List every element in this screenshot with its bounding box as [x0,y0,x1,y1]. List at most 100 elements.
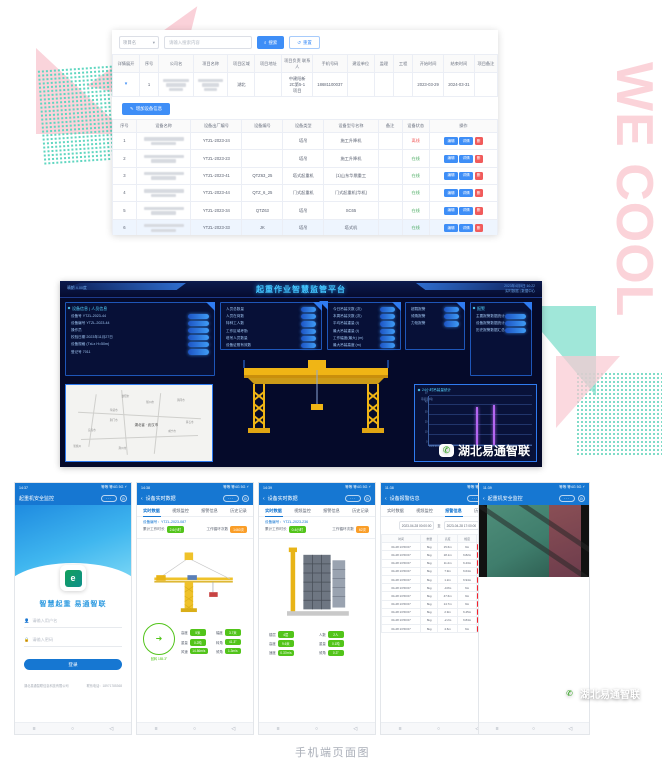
nav-back-icon[interactable]: ◁ [109,726,113,732]
row-builder [346,72,375,98]
more-icon[interactable]: ··· [558,494,575,503]
tab-realtime[interactable]: 实时数据 [137,508,166,514]
alarm-height: 2.9m [437,607,458,617]
value-amount: 3.7米 [224,629,241,637]
date-to[interactable]: 2023-04-28 17:00:00 [443,521,480,530]
detail-button[interactable]: 详情 [459,223,473,232]
target-icon[interactable]: ⊙ [363,494,371,503]
metric-label: 人员在岗数 [226,314,244,319]
metric-row: 历史报警数据汇总 [471,327,531,334]
username-field[interactable]: 👤 请输入用户名 [24,618,122,628]
nav-back-icon[interactable]: ◁ [353,726,357,732]
detail-button[interactable]: 详情 [459,137,473,146]
alarm-weight: 6kg [420,591,439,601]
nav-recent-icon[interactable]: ≡ [496,726,499,732]
nav-back-icon[interactable]: ◁ [231,726,235,732]
back-icon[interactable]: ‹ [385,496,387,502]
tab-video[interactable]: 视频监控 [410,508,439,514]
value-cell: 风速 14.86m/s [181,648,212,655]
detail-button[interactable]: 详情 [459,171,473,180]
map-panel[interactable]: 湖北省 · 武汉市 襄阳市 随州市 孝感市 黄冈市 荆门市 宜昌市 恩施州 咸宁… [65,384,213,462]
table-row[interactable]: 5 YTZL-2023-34 QTZ63 塔吊 SC65 在线 编辑 详情删 [112,201,498,220]
value-cell: 楼层 4层 [269,630,315,638]
project-filter-select[interactable]: 项目名 ▾ [119,36,159,49]
dev-remark [377,201,403,220]
target-icon[interactable]: ⊙ [119,494,127,503]
table-row[interactable]: ▾ 1 湖北 中建阳新 2C第5-1 项目 18681100037 2023-0… [112,72,498,98]
lock-icon: 🔒 [24,637,30,642]
add-device-label: 增加设备信息 [135,106,163,112]
delete-button[interactable]: 删 [474,189,483,198]
tab-video[interactable]: 视频监控 [288,508,317,514]
edit-button[interactable]: 编辑 [444,171,458,180]
table-row[interactable]: 4 YTZL-2023-44 QTZ_6_25 门式起重机 门式起重机(华机) 在线 编辑详… [112,184,498,203]
edit-button[interactable]: 编辑 [444,223,458,232]
delete-button[interactable]: 删 [474,171,483,180]
back-icon[interactable]: ‹ [141,496,143,502]
alarm-radius: 6.84m [456,615,478,626]
nav-home-icon[interactable]: ○ [193,726,196,732]
target-icon[interactable]: ⊙ [241,494,249,503]
more-icon[interactable]: ··· [344,494,361,503]
delete-button[interactable]: 删 [474,206,483,215]
nav-bar: ‹ 起重机安全监控 ··· ⊙ [479,492,589,505]
nav-back-icon[interactable]: ◁ [568,726,572,732]
dev-no [241,132,284,151]
nav-home-icon[interactable]: ○ [532,726,535,732]
metric-label: 工作幅度(最大) (m) [333,335,364,340]
delete-button[interactable]: 删 [474,154,483,163]
nav-recent-icon[interactable]: ≡ [277,726,280,732]
search-button[interactable]: ⌕ 搜索 [257,36,285,49]
detail-button[interactable]: 详情 [459,206,473,215]
dashboard-links[interactable]: 实时数据 | 数据中心 [504,289,535,294]
camera-feed[interactable] [479,505,589,577]
tab-realtime[interactable]: 实时数据 [259,508,288,514]
back-icon[interactable]: ‹ [483,496,485,502]
edit-button[interactable]: 编辑 [444,206,458,215]
dev-model: (1)山东华鼎重工 [323,166,379,186]
reset-button[interactable]: ↺ 重置 [289,36,320,49]
table-row[interactable]: 6 YTZL-2023-33 JK 塔吊 塔式机 在线 编辑 详情删 [112,218,498,235]
target-icon[interactable]: ⊙ [577,494,585,503]
table-row[interactable]: 1 YTZL-2023-24 塔吊 施工升降机 离线 编辑 详情删 [112,132,498,151]
add-device-button[interactable]: ✎ 增加设备信息 [122,103,171,116]
edit-button[interactable]: 编辑 [444,189,458,198]
password-field[interactable]: 🔒 请输入密码 [24,637,122,647]
tab-realtime[interactable]: 实时数据 [381,508,410,514]
tab-alarms[interactable]: 报警信息 [195,508,224,514]
edit-button[interactable]: 编辑 [444,154,458,163]
login-button[interactable]: 登录 [24,659,122,670]
dev-col-index: 序号 [112,119,137,134]
tab-alarms[interactable]: 报警信息 [317,508,346,514]
value-label: 高度 [269,642,276,647]
date-from[interactable]: 2023-04-28 00:00:00 [398,521,435,530]
nav-recent-icon[interactable]: ≡ [33,726,36,732]
table-row[interactable]: 2 YTZL-2023-23 塔吊 施工升降机 在线 编辑 详情删 [112,149,498,168]
tab-video[interactable]: 视频监控 [166,508,195,514]
nav-home-icon[interactable]: ○ [437,726,440,732]
tab-history[interactable]: 历史记录 [224,508,253,514]
edit-button[interactable]: 编辑 [444,137,458,146]
nav-home-icon[interactable]: ○ [71,726,74,732]
row-expand-toggle[interactable]: ▾ [112,72,140,98]
tab-history[interactable]: 历史记录 [346,508,375,514]
row-index: 1 [138,72,160,98]
tab-alarms[interactable]: 报警信息 [439,508,468,514]
search-icon: ⌕ [264,40,267,45]
dev-index: 2 [112,149,137,168]
nav-recent-icon[interactable]: ≡ [155,726,158,732]
detail-button[interactable]: 详情 [459,189,473,198]
more-icon[interactable]: ··· [100,494,117,503]
detail-button[interactable]: 详情 [459,154,473,163]
more-icon[interactable]: ··· [222,494,239,503]
back-icon[interactable]: ‹ [263,496,265,502]
nav-recent-icon[interactable]: ≡ [399,726,402,732]
dev-col-name: 设备名称 [135,119,192,134]
wechat-watermark: ✆ 湖北易通智联 [438,442,530,459]
delete-button[interactable]: 删 [474,223,483,232]
delete-button[interactable]: 删 [474,137,483,146]
table-row[interactable]: 3 YTZL-2023-41 QTZ63_25 塔式起重机 (1)山东华鼎重工 在线 编辑详… [112,166,498,186]
nav-home-icon[interactable]: ○ [315,726,318,732]
search-input[interactable]: 请输入搜索内容 [164,36,252,49]
col-work: 工程 [392,53,414,74]
